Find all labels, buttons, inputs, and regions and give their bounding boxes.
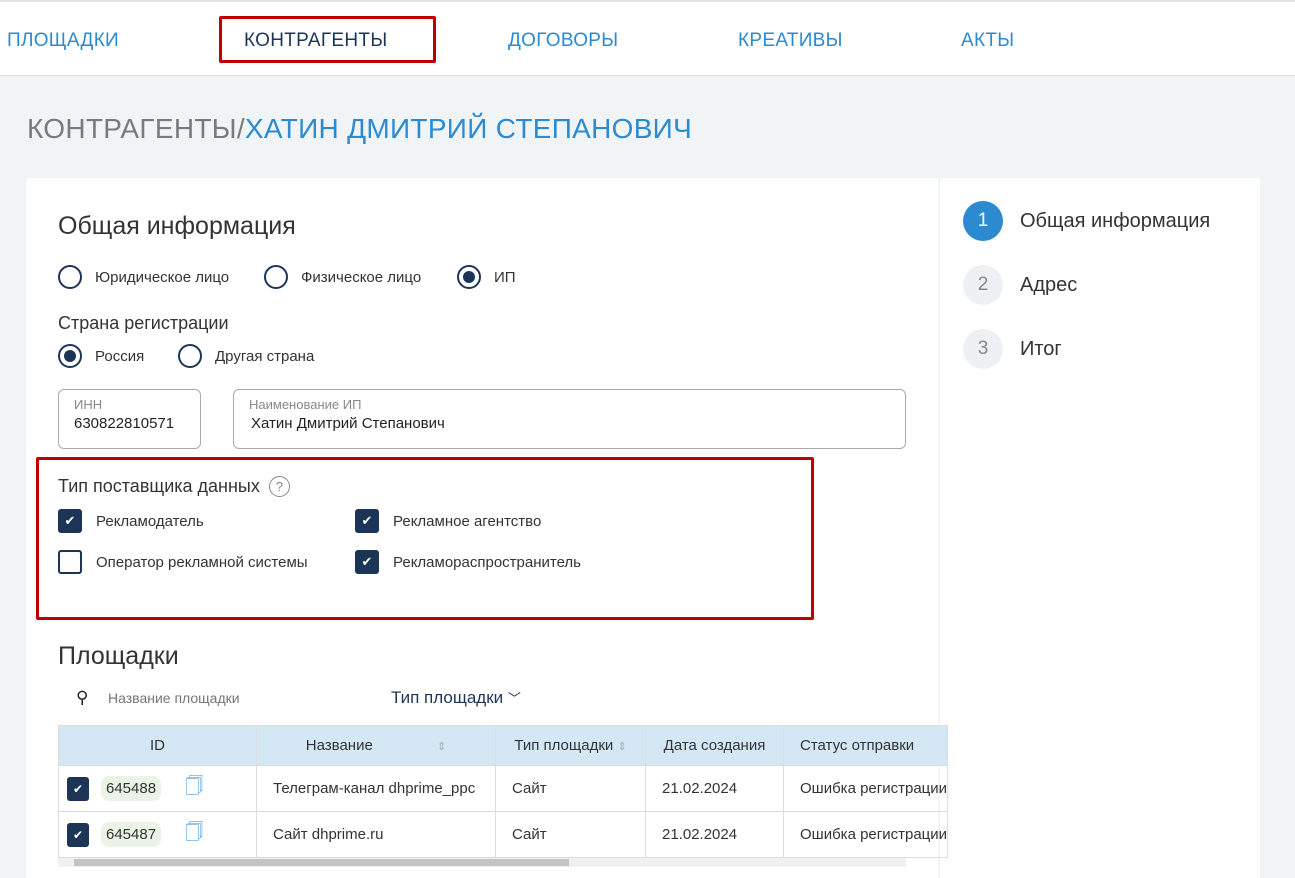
row-name: Телеграм-канал dhprime_ppc	[256, 765, 496, 812]
row-status: Ошибка регистрации	[782, 811, 949, 858]
sort-icon: ⇕	[617, 741, 627, 753]
radio-russia[interactable]: Россия	[58, 344, 144, 368]
step-address[interactable]: 2 Адрес	[963, 265, 1077, 305]
help-icon[interactable]: ?	[268, 476, 290, 497]
radio-ip[interactable]: ИП	[457, 265, 516, 289]
inn-field[interactable]: ИНН 630822810571	[58, 389, 201, 449]
row-checkbox[interactable]: ✔	[67, 822, 89, 847]
site-search-input[interactable]	[108, 690, 358, 706]
sites-title: Площадки	[58, 642, 179, 670]
provider-type-label: Тип поставщика данных?	[58, 476, 290, 497]
highlight-box	[219, 16, 436, 63]
table-header: ID Название ⇕ Тип площадки ⇕ Дата создан…	[58, 725, 949, 766]
folder-icon[interactable]: 🗍	[185, 774, 203, 804]
row-name: Сайт dhprime.ru	[256, 811, 496, 858]
section-title: Общая информация	[58, 212, 296, 240]
radio-other-country[interactable]: Другая страна	[178, 344, 314, 368]
country-label: Страна регистрации	[58, 313, 229, 333]
col-status[interactable]: Статус отправки	[782, 725, 949, 766]
folder-icon[interactable]: 🗍	[185, 820, 203, 850]
horizontal-scrollbar[interactable]	[58, 858, 906, 867]
sort-icon: ⇕	[436, 741, 447, 753]
row-id: 645488	[101, 776, 162, 801]
table-row[interactable]: ✔ 645487 🗍 Сайт dhprime.ru Сайт 21.02.2024 Ош…	[58, 811, 949, 858]
table-row[interactable]: ✔ 645488 🗍 Телеграм-канал dhprime_ppc Сайт 2…	[58, 765, 949, 812]
row-checkbox[interactable]: ✔	[67, 776, 89, 801]
site-type-filter[interactable]: Тип площадки ﹀	[391, 688, 521, 708]
breadcrumb-parent[interactable]: КОНТРАГЕНТЫ/	[27, 113, 245, 144]
checkbox-agency[interactable]: ✔ Рекламное агентство	[355, 509, 541, 533]
nav-acts[interactable]: АКТЫ	[961, 30, 1014, 52]
nav-sites[interactable]: ПЛОЩАДКИ	[7, 30, 119, 52]
breadcrumb-current: ХАТИН ДМИТРИЙ СТЕПАНОВИЧ	[244, 113, 693, 144]
row-type: Сайт	[495, 811, 646, 858]
ip-name-field[interactable]: Наименование ИП Хатин Дмитрий Степанович	[233, 389, 906, 449]
col-date[interactable]: Дата создания	[645, 725, 784, 766]
search-icon: ⚲	[76, 688, 89, 707]
col-name[interactable]: Название ⇕	[256, 725, 496, 766]
row-type: Сайт	[495, 765, 646, 812]
checkbox-ad-system-operator[interactable]: Оператор рекламной системы	[58, 550, 308, 574]
checkbox-advertiser[interactable]: ✔ Рекламодатель	[58, 509, 204, 533]
col-type[interactable]: Тип площадки ⇕	[495, 725, 646, 766]
step-general[interactable]: 1 Общая информация	[963, 201, 1210, 241]
row-date: 21.02.2024	[645, 811, 784, 858]
row-date: 21.02.2024	[645, 765, 784, 812]
nav-creatives[interactable]: КРЕАТИВЫ	[738, 30, 843, 52]
chevron-down-icon: ﹀	[507, 691, 521, 706]
step-summary[interactable]: 3 Итог	[963, 329, 1062, 369]
checkbox-distributor[interactable]: ✔ Рекламораспространитель	[355, 550, 581, 574]
top-nav: ПЛОЩАДКИ КОНТРАГЕНТЫ ДОГОВОРЫ КРЕАТИВЫ А…	[0, 0, 1295, 76]
row-status: Ошибка регистрации	[782, 765, 949, 812]
nav-contracts[interactable]: ДОГОВОРЫ	[508, 30, 618, 52]
page-title: КОНТРАГЕНТЫ/ХАТИН ДМИТРИЙ СТЕПАНОВИЧ	[27, 113, 692, 145]
col-id[interactable]: ID	[58, 725, 257, 766]
row-id: 645487	[101, 822, 162, 847]
sites-table: ID Название ⇕ Тип площадки ⇕ Дата создан…	[58, 725, 949, 858]
radio-individual[interactable]: Физическое лицо	[264, 265, 421, 289]
radio-legal[interactable]: Юридическое лицо	[58, 265, 229, 289]
